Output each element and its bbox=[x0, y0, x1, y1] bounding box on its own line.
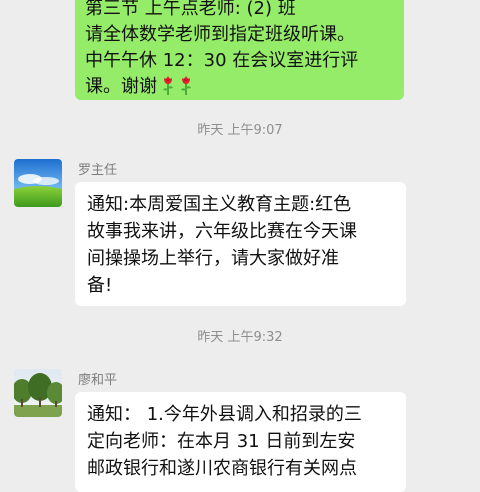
message-line: 故事我来讲，六年级比赛在今天课 bbox=[87, 221, 357, 242]
message-line-text: 课。谢谢 bbox=[85, 76, 157, 97]
trees-avatar-image bbox=[14, 369, 62, 417]
rose-icon bbox=[163, 76, 173, 95]
sky-meadow-avatar[interactable] bbox=[14, 159, 62, 207]
rose-icon bbox=[181, 76, 191, 95]
message-line: 第三节 上午点老师: (2) 班 bbox=[85, 0, 296, 19]
incoming-message-bubble[interactable]: 通知： 1.今年外县调入和招录的三 定向老师：在本月 31 日前到左安 邮政银行… bbox=[75, 392, 406, 492]
message-line: 备! bbox=[87, 275, 113, 296]
message-timestamp: 昨天 上午9:07 bbox=[197, 123, 283, 138]
message-line: 间操操场上举行，请大家做好准 bbox=[87, 248, 339, 269]
message-line: 定向老师：在本月 31 日前到左安 bbox=[87, 431, 356, 452]
message-line: 请全体数学老师到指定班级听课。 bbox=[85, 24, 355, 45]
message-line-last: 课。谢谢 bbox=[85, 74, 394, 100]
message-line: 中午午休 12：30 在会议室进行评 bbox=[85, 50, 359, 71]
message-timestamp: 昨天 上午9:32 bbox=[197, 330, 283, 345]
message-line: 通知:本周爱国主义教育主题:红色 bbox=[87, 194, 352, 215]
outgoing-message-bubble[interactable]: 第三节 上午点老师: (2) 班 请全体数学老师到指定班级听课。 中午午休 12… bbox=[75, 0, 404, 100]
message-line: 通知： 1.今年外县调入和招录的三 bbox=[87, 404, 362, 425]
message-line: 邮政银行和遂川农商银行有关网点 bbox=[87, 458, 357, 479]
sender-name: 罗主任 bbox=[78, 163, 118, 178]
chat-message-list[interactable]: 第三节 上午点老师: (2) 班 请全体数学老师到指定班级听课。 中午午休 12… bbox=[0, 0, 480, 492]
sender-name: 廖和平 bbox=[78, 373, 118, 388]
incoming-message-bubble[interactable]: 通知:本周爱国主义教育主题:红色 故事我来讲，六年级比赛在今天课 间操操场上举行… bbox=[75, 182, 406, 306]
trees-avatar[interactable] bbox=[14, 369, 62, 417]
sky-meadow-avatar-image bbox=[14, 159, 62, 207]
